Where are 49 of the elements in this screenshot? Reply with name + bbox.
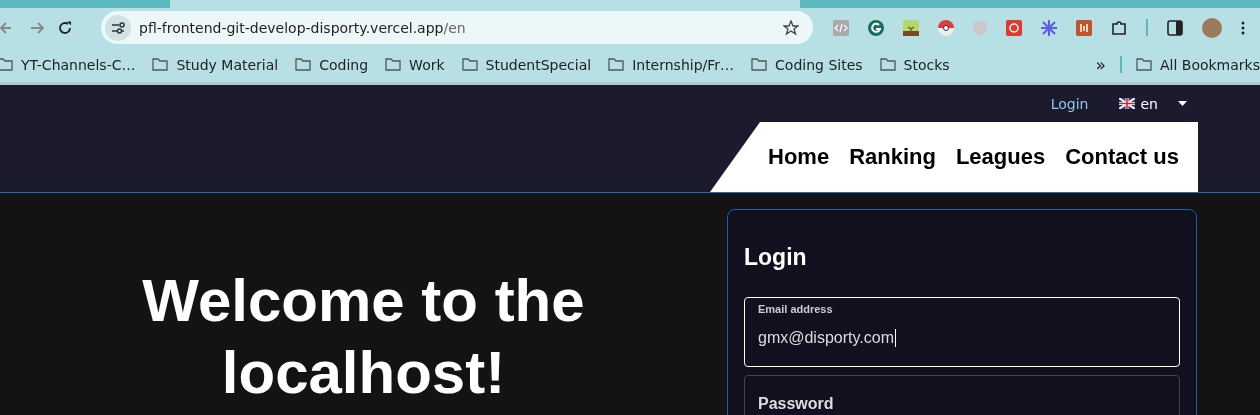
menu-icon[interactable] [1241, 20, 1245, 35]
avatar[interactable] [1202, 17, 1222, 38]
bookmark[interactable]: Coding Sites [775, 56, 863, 73]
caret-icon[interactable] [1178, 101, 1187, 106]
ball-icon[interactable] [938, 19, 954, 36]
folder-icon [461, 58, 478, 71]
sprout-icon[interactable] [903, 19, 919, 36]
address-bar[interactable]: pfl-frontend-git-develop-disporty.vercel.app/en [101, 11, 813, 44]
login-title: Login [744, 244, 808, 271]
nav-link[interactable]: Contact us [1065, 144, 1179, 170]
password-label: Password [758, 395, 834, 413]
bookmark[interactable]: Internship/Fr… [632, 56, 735, 73]
welcome-heading: Welcome to the localhost! [141, 266, 586, 408]
bookmark[interactable]: Stocks [903, 56, 950, 73]
flag-icon [1118, 98, 1135, 109]
bookmark[interactable]: Study Material [176, 56, 279, 73]
password-field[interactable]: Password [744, 375, 1180, 415]
side-panel-icon[interactable] [1167, 19, 1183, 36]
folder-icon [1135, 58, 1152, 71]
folder-icon [0, 58, 13, 71]
site-settings-icon[interactable] [105, 14, 131, 41]
burst-icon[interactable] [1041, 19, 1057, 36]
bookmark[interactable]: YT-Channels-C… [21, 56, 136, 73]
email-field[interactable]: Email address gmx@disporty.com [744, 297, 1180, 367]
language-label[interactable]: en [1140, 95, 1158, 112]
folder-icon [751, 58, 768, 71]
login-link[interactable]: Login [1050, 95, 1089, 112]
email-value: gmx@disporty.com [758, 329, 894, 347]
puzzle-icon[interactable] [1111, 19, 1127, 36]
all-bookmarks[interactable]: All Bookmarks [1159, 56, 1260, 73]
bookmark[interactable]: Coding [319, 56, 369, 73]
nav-link[interactable]: Leagues [955, 144, 1046, 170]
more-bookmarks[interactable]: » [1095, 54, 1106, 75]
folder-icon [385, 58, 402, 71]
folder-icon [608, 58, 625, 71]
reload-icon[interactable] [58, 20, 72, 35]
bars-icon[interactable] [1076, 19, 1092, 36]
url-text: pfl-frontend-git-develop-disporty.vercel.app/en [139, 19, 467, 36]
bookmark[interactable]: Work [409, 56, 445, 73]
nav-link[interactable]: Home [768, 144, 830, 170]
folder-icon [152, 58, 169, 71]
email-label: Email address [758, 303, 833, 315]
sync-icon[interactable] [1006, 19, 1022, 36]
folder-icon [295, 58, 312, 71]
g-logo-icon[interactable] [868, 19, 884, 36]
folder-icon [879, 58, 896, 71]
star-icon[interactable] [783, 19, 799, 36]
bookmark[interactable]: StudentSpecial [485, 56, 592, 73]
nav-link[interactable]: Ranking [849, 144, 936, 170]
